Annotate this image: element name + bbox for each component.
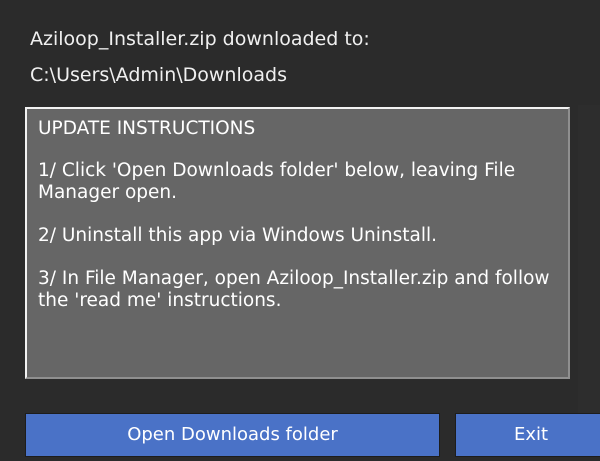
download-status-label: Aziloop_Installer.zip downloaded to:	[30, 28, 370, 50]
download-folder-path: C:\Users\Admin\Downloads	[30, 64, 287, 86]
instruction-step-3: 3/ In File Manager, open Aziloop_Install…	[38, 268, 550, 311]
exit-button[interactable]: Exit	[455, 413, 600, 457]
instruction-step-2: 2/ Uninstall this app via Windows Uninst…	[38, 225, 438, 246]
open-downloads-folder-button[interactable]: Open Downloads folder	[25, 413, 440, 457]
right-window-edge	[578, 105, 600, 455]
update-instructions-text: UPDATE INSTRUCTIONS 1/ Click 'Open Downl…	[38, 118, 558, 312]
instructions-heading: UPDATE INSTRUCTIONS	[38, 118, 256, 139]
update-instructions-panel: UPDATE INSTRUCTIONS 1/ Click 'Open Downl…	[25, 107, 570, 379]
instruction-step-1: 1/ Click 'Open Downloads folder' below, …	[38, 160, 516, 203]
download-update-dialog: Aziloop_Installer.zip downloaded to: C:\…	[0, 0, 600, 461]
